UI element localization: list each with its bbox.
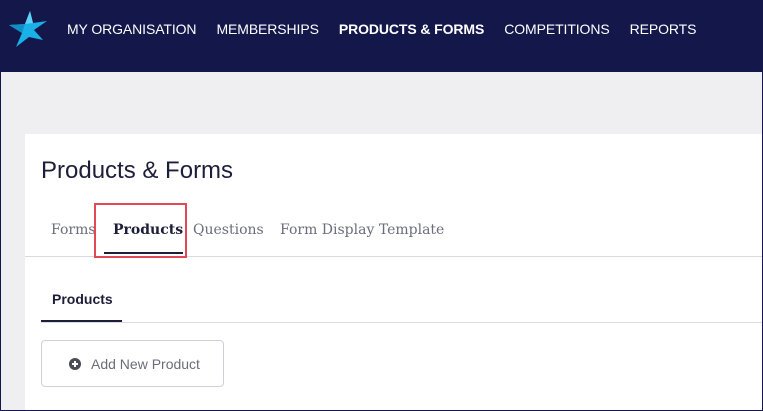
nav-my-organisation[interactable]: MY ORGANISATION (67, 21, 197, 37)
app-window: MY ORGANISATION MEMBERSHIPS PRODUCTS & F… (0, 0, 763, 411)
add-new-product-button[interactable]: Add New Product (41, 340, 224, 387)
page-title: Products & Forms (41, 157, 234, 184)
top-navigation-bar: MY ORGANISATION MEMBERSHIPS PRODUCTS & F… (1, 1, 762, 72)
tab-products[interactable]: Products (113, 222, 183, 238)
tab-form-display-template[interactable]: Form Display Template (280, 222, 444, 238)
content-card: Products & Forms Forms Products Question… (25, 134, 762, 410)
sub-tab-bar: Products (41, 280, 762, 323)
nav-competitions[interactable]: COMPETITIONS (504, 21, 609, 37)
tab-forms[interactable]: Forms (51, 222, 96, 238)
main-menu: MY ORGANISATION MEMBERSHIPS PRODUCTS & F… (67, 21, 696, 37)
nav-products-forms[interactable]: PRODUCTS & FORMS (339, 21, 485, 37)
nav-reports[interactable]: REPORTS (630, 21, 697, 37)
plus-circle-icon (69, 357, 81, 370)
nav-memberships[interactable]: MEMBERSHIPS (216, 21, 318, 37)
active-tab-indicator (104, 252, 183, 254)
subtab-products[interactable]: Products (52, 291, 113, 307)
tab-bar: Forms Products Questions Form Display Te… (25, 216, 762, 257)
star-logo-icon[interactable] (9, 11, 47, 47)
tab-questions[interactable]: Questions (193, 222, 264, 238)
active-subtab-indicator (41, 320, 122, 322)
add-new-product-label: Add New Product (91, 355, 200, 372)
